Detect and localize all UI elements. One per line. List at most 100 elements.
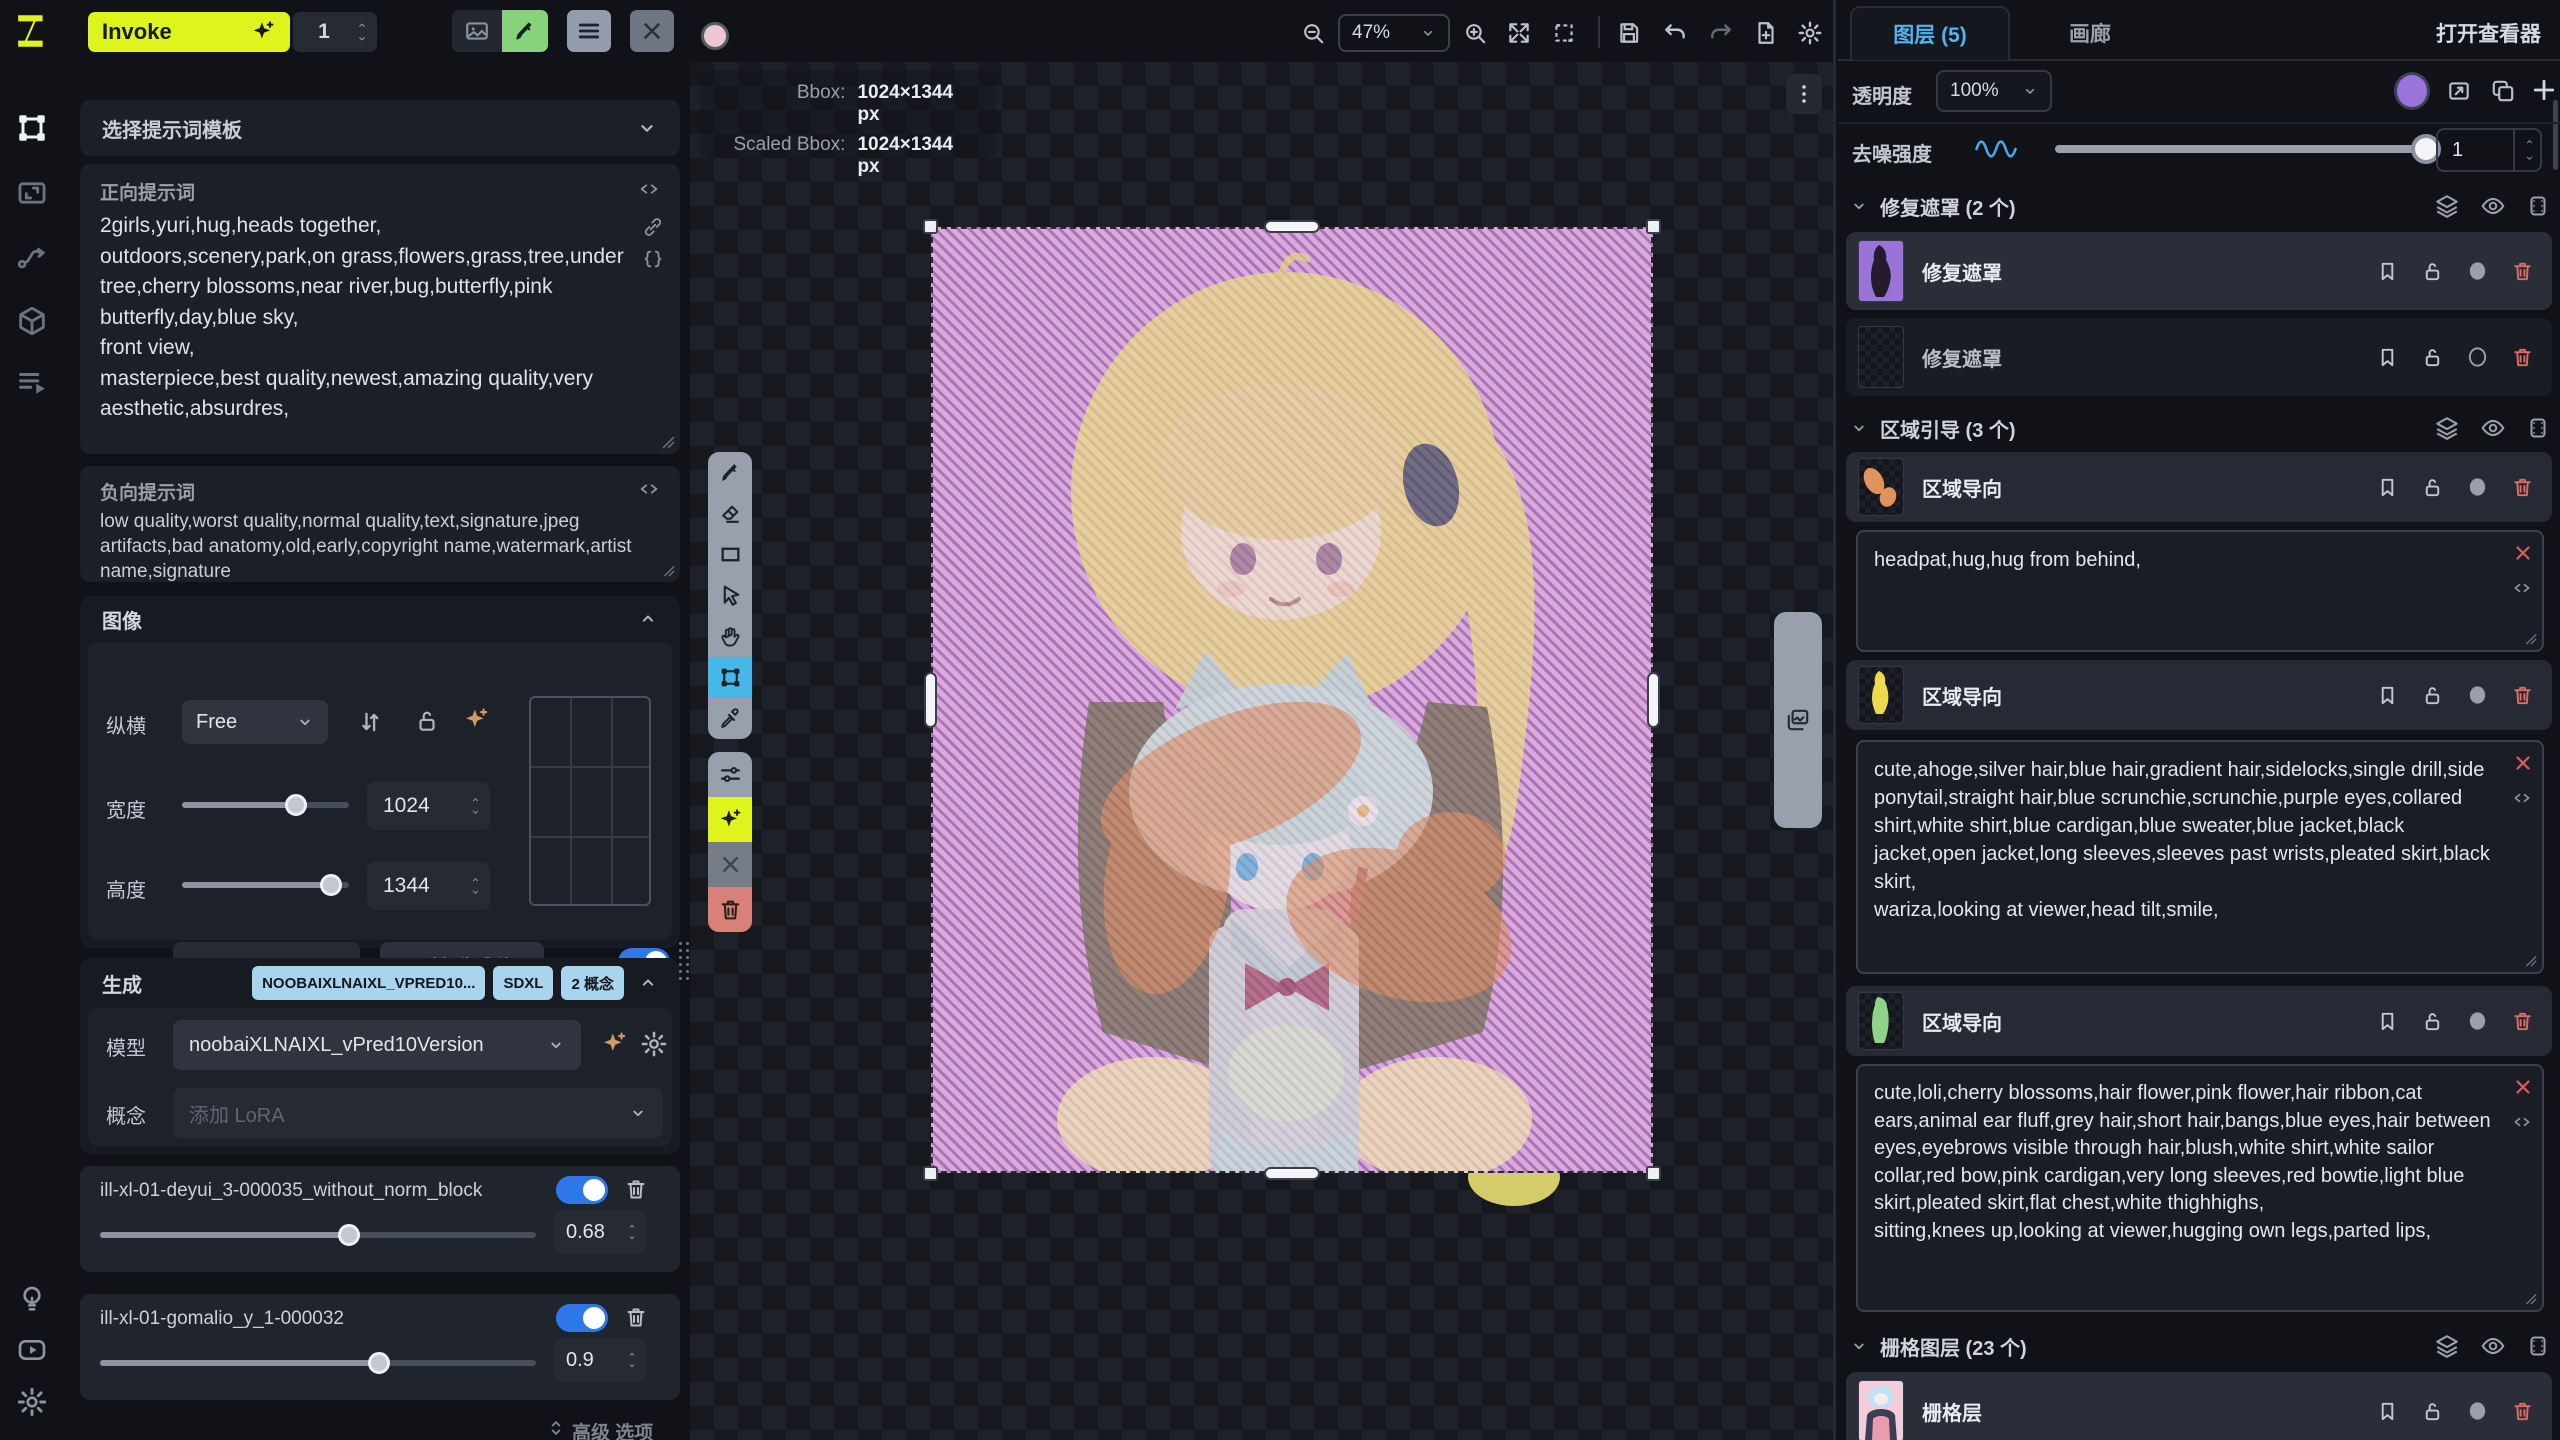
lora-weight-slider[interactable] [100, 1232, 536, 1238]
height-steppers[interactable] [469, 875, 482, 897]
bbox-edge-handle-right[interactable] [1647, 672, 1660, 728]
bbox-edge-handle-bottom[interactable] [1264, 1167, 1320, 1180]
enabled-indicator-icon[interactable] [2466, 345, 2489, 369]
tab-gallery[interactable]: 画廊 [2030, 6, 2150, 60]
bookmark-icon[interactable] [2376, 475, 2399, 500]
scrollbar-thumb[interactable] [2553, 100, 2558, 170]
close-panel-button[interactable] [630, 10, 674, 52]
code-icon[interactable] [638, 178, 660, 205]
model-sparkle-icon[interactable] [600, 1030, 628, 1058]
rail-tab-models[interactable] [15, 304, 49, 338]
aspect-select[interactable]: Free [182, 700, 328, 744]
zoom-level-select[interactable]: 47% [1338, 14, 1450, 52]
bookmark-icon[interactable] [2376, 259, 2399, 284]
move-tool[interactable] [708, 575, 752, 616]
lock-icon[interactable] [2421, 475, 2444, 500]
delete-button[interactable] [708, 887, 752, 932]
regional-prompt-input[interactable]: cute,loli,cherry blossoms,hair flower,pi… [1856, 1064, 2544, 1312]
braces-icon[interactable] [642, 248, 664, 270]
width-steppers[interactable] [469, 795, 482, 817]
positive-prompt-box[interactable]: 正向提示词 2girls,yuri,hug,heads together, ou… [80, 164, 680, 454]
delete-prompt-icon[interactable] [2512, 542, 2534, 564]
code-icon[interactable] [2510, 788, 2534, 808]
lora-weight-input[interactable]: 0.9 [554, 1338, 646, 1382]
code-icon[interactable] [638, 478, 660, 505]
visibility-icon[interactable] [2480, 415, 2506, 441]
eraser-tool[interactable] [708, 493, 752, 534]
resize-handle-icon[interactable] [658, 560, 676, 578]
cancel-button[interactable] [708, 842, 752, 887]
lora-enabled-toggle[interactable] [556, 1176, 608, 1204]
lock-icon[interactable] [2421, 1009, 2444, 1034]
menu-button[interactable] [567, 10, 611, 52]
trash-icon[interactable] [2511, 474, 2534, 500]
generation-bbox[interactable] [931, 227, 1653, 1173]
advanced-expander-icon[interactable] [546, 1418, 566, 1438]
optimize-size-icon[interactable] [462, 706, 490, 734]
regional-section-header[interactable]: 区域引导 (3 个) [1850, 408, 2550, 448]
rail-tab-canvas[interactable] [14, 110, 50, 146]
inpaint-mask-row[interactable]: 修复遮罩 [1846, 232, 2552, 310]
regional-prompt-input[interactable]: headpat,hug,hug from behind, [1856, 530, 2544, 652]
swap-dimensions-icon[interactable] [356, 708, 384, 736]
collapse-icon[interactable] [638, 609, 658, 629]
lock-icon[interactable] [2421, 259, 2444, 284]
canvas-settings-gear-icon[interactable] [1797, 20, 1823, 46]
bookmark-icon[interactable] [2376, 1009, 2399, 1034]
add-layer-icon[interactable] [2530, 76, 2558, 104]
visibility-icon[interactable] [2480, 1333, 2506, 1359]
trash-icon[interactable] [2511, 344, 2534, 370]
lora-weight-input[interactable]: 0.68 [554, 1210, 646, 1254]
enabled-indicator-icon[interactable] [2466, 259, 2489, 283]
raster-section-header[interactable]: 栅格图层 (23 个) [1850, 1326, 2550, 1366]
raster-layer-row[interactable]: 栅格层 [1846, 1372, 2552, 1440]
inpaint-section-header[interactable]: 修复遮罩 (2 个) [1850, 186, 2550, 226]
lora-weight-steppers[interactable] [626, 1350, 638, 1370]
brush-mode-button[interactable] [502, 10, 548, 52]
lora-weight-slider[interactable] [100, 1360, 536, 1366]
regional-guidance-row[interactable]: 区域导向 [1846, 986, 2552, 1056]
lock-icon[interactable] [2421, 1399, 2444, 1424]
denoise-input[interactable]: 1 [2436, 128, 2542, 172]
trash-icon[interactable] [2511, 682, 2534, 708]
bbox-corner-handle[interactable] [923, 219, 938, 234]
trash-icon[interactable] [2511, 1008, 2534, 1034]
model-settings-gear-icon[interactable] [640, 1030, 668, 1058]
delete-prompt-icon[interactable] [2512, 1076, 2534, 1098]
invoke-button[interactable]: Invoke [88, 12, 290, 52]
add-lora-select[interactable]: 添加 LoRA [173, 1088, 663, 1138]
bbox-corner-handle[interactable] [923, 1166, 938, 1181]
zoom-out-icon[interactable] [1300, 20, 1326, 46]
rail-tab-upscaling[interactable] [15, 176, 49, 210]
new-session-icon[interactable] [1753, 20, 1779, 46]
lora-weight-steppers[interactable] [626, 1222, 638, 1242]
undo-icon[interactable] [1662, 20, 1688, 46]
visibility-icon[interactable] [2480, 193, 2506, 219]
regional-guidance-row[interactable]: 区域导向 [1846, 660, 2552, 730]
positive-prompt-text[interactable]: 2girls,yuri,hug,heads together, outdoors… [100, 211, 628, 425]
lock-icon[interactable] [2421, 683, 2444, 708]
video-tutorials-icon[interactable] [16, 1334, 48, 1366]
enabled-indicator-icon[interactable] [2466, 1399, 2489, 1423]
code-icon[interactable] [2510, 578, 2534, 598]
fit-to-view-icon[interactable] [1506, 20, 1532, 46]
regional-prompt-input[interactable]: cute,ahoge,silver hair,blue hair,gradien… [1856, 740, 2544, 974]
queue-count-arrows[interactable] [355, 20, 369, 44]
filmstrip-icon[interactable] [2526, 1333, 2550, 1359]
view-tool[interactable] [708, 616, 752, 657]
denoise-curve-icon[interactable] [1968, 136, 2024, 162]
bbox-edge-handle-top[interactable] [1264, 220, 1320, 233]
invoke-logo-icon[interactable] [12, 10, 54, 52]
lock-aspect-icon[interactable] [414, 708, 440, 734]
filters-button[interactable] [708, 752, 752, 797]
filmstrip-icon[interactable] [2526, 415, 2550, 441]
bbox-tool[interactable] [708, 657, 752, 698]
trash-icon[interactable] [2511, 1398, 2534, 1424]
denoise-steppers[interactable] [2513, 130, 2536, 170]
trash-icon[interactable] [624, 1304, 648, 1330]
queue-count-stepper[interactable]: 1 [293, 12, 377, 52]
model-select[interactable]: noobaiXLNAIXL_vPred10Version [173, 1020, 581, 1070]
resize-handle-icon[interactable] [656, 430, 676, 450]
delete-prompt-icon[interactable] [2512, 752, 2534, 774]
layer-color-swatch[interactable] [2394, 72, 2430, 110]
